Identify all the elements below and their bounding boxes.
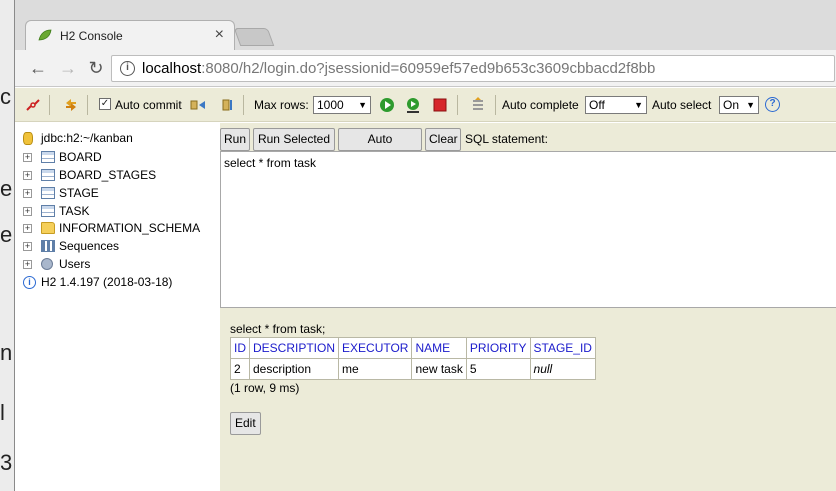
run-selected-button[interactable]: Run Selected (253, 128, 335, 151)
chevron-down-icon: ▼ (634, 100, 643, 110)
tree-item-label: Users (59, 257, 91, 271)
table-icon (41, 169, 55, 181)
forward-arrow-icon[interactable]: → (57, 58, 79, 79)
result-table: ID DESCRIPTION EXECUTOR NAME PRIORITY ST… (230, 337, 596, 380)
info-icon: i (23, 276, 36, 289)
expand-icon[interactable]: + (23, 242, 32, 251)
expand-icon[interactable]: + (23, 260, 32, 269)
edit-button[interactable]: Edit (230, 412, 261, 435)
toolbar-separator (49, 95, 50, 115)
table-icon (41, 151, 55, 163)
max-rows-value: 1000 (317, 98, 344, 112)
sequences-icon (41, 240, 55, 252)
table-row: 2 description me new task 5 null (230, 358, 596, 380)
expand-icon[interactable]: + (23, 171, 32, 180)
chevron-down-icon: ▼ (746, 100, 755, 110)
leaf-icon (38, 29, 52, 41)
clear-button[interactable]: Clear (425, 128, 461, 151)
column-header[interactable]: DESCRIPTION (248, 337, 340, 359)
table-cell: null (529, 358, 596, 380)
run-button[interactable]: Run (220, 128, 250, 151)
connection-label: jdbc:h2:~/kanban (41, 131, 133, 145)
history-icon[interactable] (470, 97, 486, 113)
expand-icon[interactable]: + (23, 207, 32, 216)
max-rows-select[interactable]: 1000 ▼ (313, 96, 371, 114)
column-header[interactable]: NAME (411, 337, 467, 359)
folder-icon (41, 222, 55, 234)
tab-strip: H2 Console × (15, 0, 836, 50)
address-bar: ← → ↻ i localhost:8080/h2/login.do?jsess… (15, 50, 836, 87)
stop-icon[interactable] (433, 97, 447, 113)
table-cell: 5 (465, 358, 531, 380)
tab-title: H2 Console (60, 29, 123, 43)
new-tab-button[interactable] (233, 28, 275, 46)
tree-item-label: BOARD_STAGES (59, 168, 157, 182)
table-cell: description (248, 358, 340, 380)
tab-h2-console[interactable]: H2 Console × (25, 20, 235, 50)
tree-item-label: BOARD (59, 150, 102, 164)
auto-complete-button[interactable]: Auto complete (338, 128, 422, 167)
users-icon (41, 258, 53, 270)
url-host: localhost (142, 60, 202, 77)
schema-tree: jdbc:h2:~/kanban + BOARD + BOARD_STAGES … (15, 123, 220, 491)
reload-icon[interactable]: ↻ (85, 58, 107, 79)
result-meta: (1 row, 9 ms) (230, 381, 300, 395)
result-statement: select * from task; (230, 322, 326, 336)
expand-icon[interactable]: + (23, 153, 32, 162)
column-header[interactable]: ID (230, 337, 250, 359)
toolbar-separator (495, 95, 496, 115)
auto-complete-label: Auto complete (502, 98, 579, 112)
sql-statement-label: SQL statement: (465, 132, 548, 146)
table-cell: me (338, 358, 413, 380)
column-header[interactable]: STAGE_ID (529, 337, 596, 359)
tree-item-label: INFORMATION_SCHEMA (59, 221, 201, 235)
result-panel: select * from task; ID DESCRIPTION EXECU… (220, 308, 836, 491)
h2-toolbar: ✓ Auto commit Max rows: 1000 ▼ Auto comp… (15, 88, 836, 122)
max-rows-label: Max rows: (254, 98, 309, 112)
disconnect-icon[interactable] (25, 97, 41, 113)
sql-editor[interactable]: select * from task (220, 151, 836, 308)
table-icon (41, 187, 55, 199)
url-rest: :8080/h2/login.do?jsessionid=60959ef57ed… (201, 60, 656, 77)
tree-item-label: TASK (59, 204, 90, 218)
run-icon[interactable] (379, 97, 395, 113)
auto-select-value: On (723, 98, 740, 112)
column-header[interactable]: EXECUTOR (338, 337, 413, 359)
run-selected-icon[interactable] (405, 97, 421, 113)
toolbar-separator (243, 95, 244, 115)
auto-commit-checkbox[interactable]: ✓ (99, 98, 111, 110)
database-icon (23, 132, 33, 145)
query-panel: Run Run Selected Auto complete Clear SQL… (220, 123, 836, 308)
auto-complete-select[interactable]: Off ▼ (585, 96, 647, 114)
auto-select-label: Auto select (652, 98, 712, 112)
url-input[interactable]: i localhost:8080/h2/login.do?jsessionid=… (111, 55, 835, 82)
browser-window: H2 Console × ← → ↻ i localhost:8080/h2/l… (14, 0, 836, 491)
toolbar-separator (87, 95, 88, 115)
table-cell: new task (411, 358, 467, 380)
toolbar-separator (457, 95, 458, 115)
table-header-row: ID DESCRIPTION EXECUTOR NAME PRIORITY ST… (230, 337, 596, 359)
tree-item-label: STAGE (59, 186, 99, 200)
chevron-down-icon: ▼ (358, 100, 367, 110)
expand-icon[interactable]: + (23, 189, 32, 198)
table-icon (41, 205, 55, 217)
commit-icon[interactable] (219, 97, 235, 113)
table-cell: 2 (230, 358, 250, 380)
auto-select-select[interactable]: On ▼ (719, 96, 759, 114)
expand-icon[interactable]: + (23, 224, 32, 233)
rollback-icon[interactable] (189, 97, 207, 113)
help-icon[interactable]: ? (765, 97, 780, 112)
version-label: H2 1.4.197 (2018-03-18) (41, 275, 173, 289)
back-arrow-icon[interactable]: ← (27, 58, 49, 79)
info-icon[interactable]: i (120, 61, 135, 76)
column-header[interactable]: PRIORITY (465, 337, 531, 359)
auto-complete-value: Off (589, 98, 605, 112)
tree-item-label: Sequences (59, 239, 120, 253)
url-text: localhost:8080/h2/login.do?jsessionid=60… (142, 60, 655, 77)
refresh-icon[interactable] (63, 97, 79, 113)
close-icon[interactable]: × (215, 26, 224, 44)
auto-commit-label: Auto commit (115, 98, 182, 112)
